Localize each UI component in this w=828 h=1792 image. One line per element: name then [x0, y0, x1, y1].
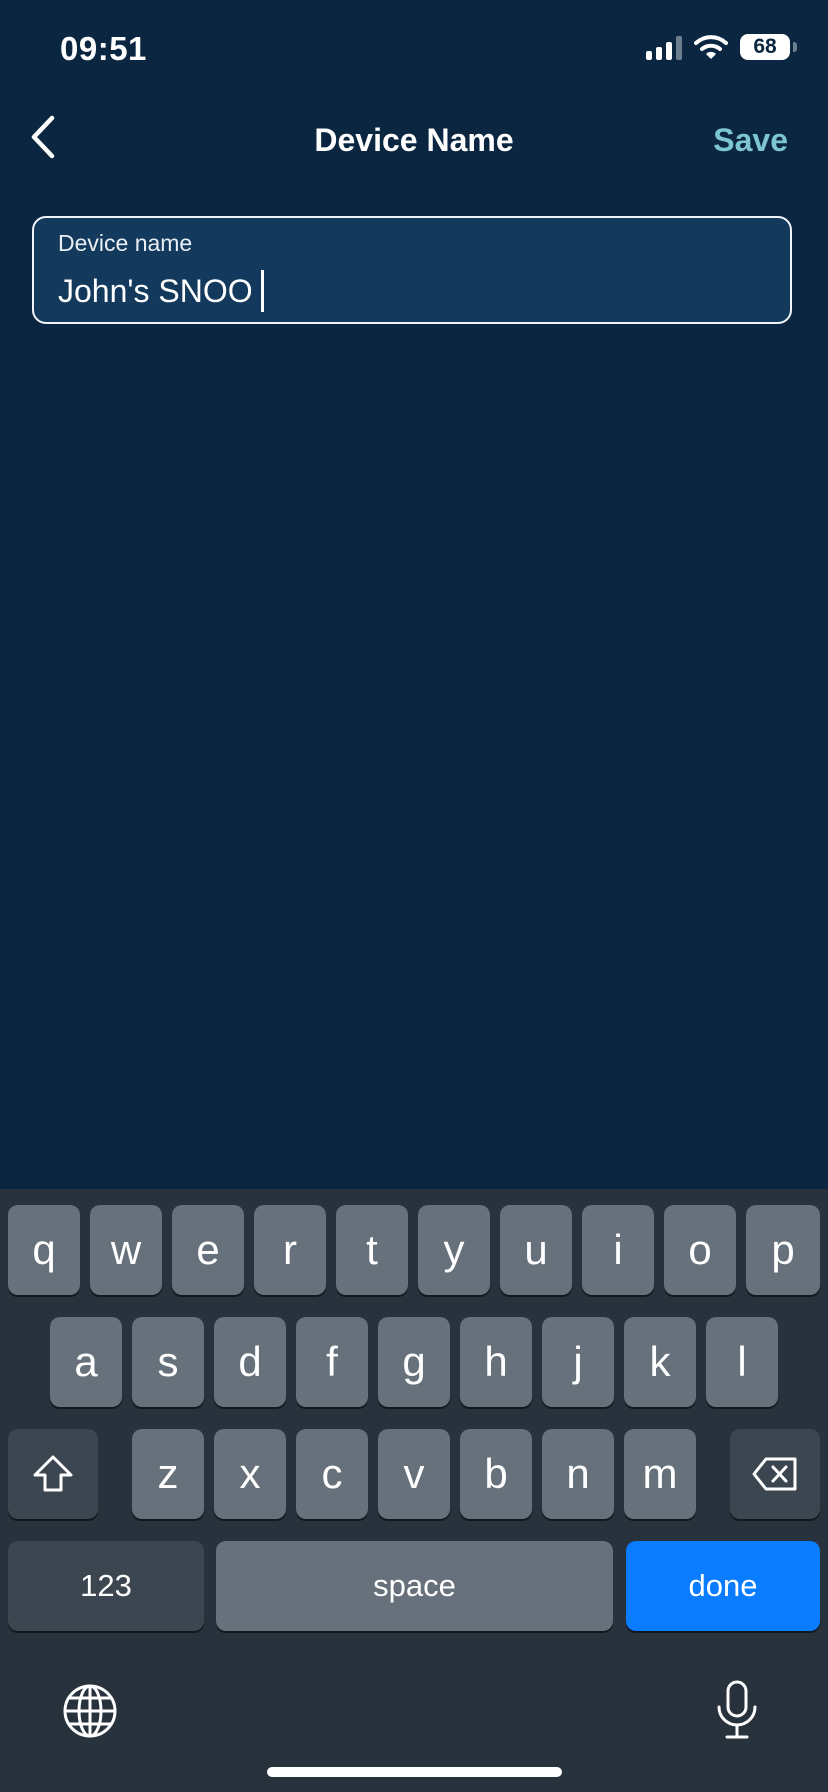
key-u[interactable]: u: [500, 1205, 572, 1295]
shift-key[interactable]: [8, 1429, 98, 1519]
save-button[interactable]: Save: [713, 122, 788, 159]
page-title: Device Name: [314, 122, 514, 158]
key-c[interactable]: c: [296, 1429, 368, 1519]
device-name-field[interactable]: Device name John's SNOO: [32, 216, 792, 324]
key-x[interactable]: x: [214, 1429, 286, 1519]
key-b[interactable]: b: [460, 1429, 532, 1519]
status-time: 09:51: [60, 30, 147, 67]
key-h[interactable]: h: [460, 1317, 532, 1407]
space-key[interactable]: space: [216, 1541, 613, 1631]
battery-icon: 68: [740, 34, 797, 60]
key-k[interactable]: k: [624, 1317, 696, 1407]
backspace-icon: [752, 1457, 797, 1491]
key-w[interactable]: w: [90, 1205, 162, 1295]
key-v[interactable]: v: [378, 1429, 450, 1519]
key-i[interactable]: i: [582, 1205, 654, 1295]
signal-icon: [646, 34, 682, 60]
text-caret: [260, 270, 264, 312]
status-bar: 09:51 68: [0, 0, 828, 100]
device-name-value: John's SNOO: [58, 272, 253, 309]
key-y[interactable]: y: [418, 1205, 490, 1295]
key-t[interactable]: t: [336, 1205, 408, 1295]
microphone-icon[interactable]: [714, 1679, 760, 1741]
keyboard: q w e r t y u i o p a s d f g h j k l z …: [0, 1189, 828, 1792]
key-e[interactable]: e: [172, 1205, 244, 1295]
key-r[interactable]: r: [254, 1205, 326, 1295]
key-z[interactable]: z: [132, 1429, 204, 1519]
key-p[interactable]: p: [746, 1205, 820, 1295]
status-icons: 68: [646, 34, 797, 60]
key-d[interactable]: d: [214, 1317, 286, 1407]
key-l[interactable]: l: [706, 1317, 778, 1407]
numbers-key[interactable]: 123: [8, 1541, 204, 1631]
home-indicator: [267, 1767, 562, 1777]
key-f[interactable]: f: [296, 1317, 368, 1407]
key-n[interactable]: n: [542, 1429, 614, 1519]
nav-bar: Device Name Save: [0, 100, 828, 180]
key-q[interactable]: q: [8, 1205, 80, 1295]
globe-icon[interactable]: [62, 1683, 118, 1739]
key-j[interactable]: j: [542, 1317, 614, 1407]
shift-icon: [33, 1455, 73, 1492]
device-name-label: Device name: [58, 230, 193, 256]
key-m[interactable]: m: [624, 1429, 696, 1519]
key-o[interactable]: o: [664, 1205, 736, 1295]
done-key[interactable]: done: [626, 1541, 820, 1631]
key-g[interactable]: g: [378, 1317, 450, 1407]
device-name-input[interactable]: John's SNOO: [58, 270, 264, 312]
key-s[interactable]: s: [132, 1317, 204, 1407]
key-a[interactable]: a: [50, 1317, 122, 1407]
backspace-key[interactable]: [730, 1429, 820, 1519]
wifi-icon: [694, 35, 728, 59]
